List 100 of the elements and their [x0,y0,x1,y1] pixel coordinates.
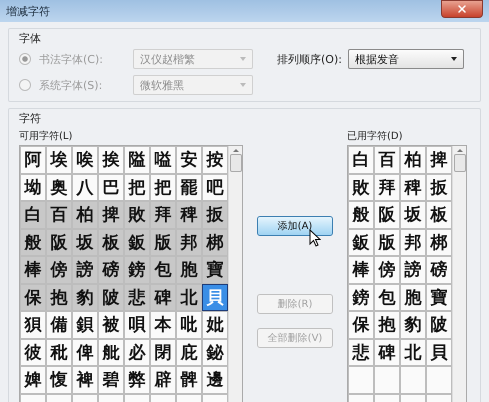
character-cell[interactable]: 包 [150,256,176,284]
character-cell[interactable]: 閉 [150,338,176,366]
character-cell[interactable]: 辟 [150,366,176,394]
character-cell[interactable]: 碑 [374,338,400,366]
character-cell[interactable]: 稗 [176,201,202,228]
character-cell[interactable]: 貝 [426,338,452,366]
character-cell[interactable]: 秕 [46,338,72,366]
character-cell[interactable]: 敗 [124,201,150,228]
character-cell[interactable]: 北 [176,284,202,311]
character-cell[interactable]: 棒 [348,256,374,284]
character-cell[interactable]: 坳 [20,174,46,201]
character-cell[interactable]: 弊 [124,366,150,394]
character-cell[interactable]: 版 [150,228,176,256]
character-cell[interactable]: 板 [98,228,124,256]
character-cell[interactable]: 舭 [98,338,124,366]
character-cell[interactable]: 把 [124,174,150,201]
character-cell[interactable]: 胞 [400,284,426,311]
character-cell[interactable]: 鈑 [348,228,374,256]
character-cell[interactable]: 庇 [176,338,202,366]
character-cell[interactable]: 謗 [72,256,98,284]
character-cell[interactable]: 豹 [400,311,426,338]
character-cell[interactable]: 髀 [176,366,202,394]
character-cell[interactable]: 邦 [176,228,202,256]
character-cell[interactable]: 把 [150,174,176,201]
character-cell[interactable]: 狽 [20,311,46,338]
character-cell[interactable]: 備 [46,311,72,338]
character-cell[interactable]: 埃 [46,146,72,174]
character-cell[interactable]: 嗌 [150,146,176,174]
character-cell[interactable]: 鈑 [124,228,150,256]
character-cell[interactable]: 抱 [374,311,400,338]
character-cell[interactable]: 阪 [46,228,72,256]
character-cell[interactable]: 邦 [400,228,426,256]
character-cell[interactable]: 抱 [46,284,72,311]
character-cell[interactable]: 柏 [400,146,426,174]
character-cell[interactable]: 梆 [426,228,452,256]
character-cell[interactable]: 陂 [98,284,124,311]
character-cell[interactable]: 捭 [426,146,452,174]
character-cell[interactable]: 按 [202,146,228,174]
character-cell[interactable]: 北 [400,338,426,366]
character-cell[interactable]: 白 [20,201,46,228]
character-cell[interactable]: 阿 [20,146,46,174]
character-cell[interactable]: 悲 [124,284,150,311]
character-cell[interactable]: 鋇 [72,311,98,338]
character-cell[interactable]: 磅 [426,256,452,284]
character-cell[interactable]: 豹 [72,284,98,311]
character-cell[interactable]: 坂 [72,228,98,256]
character-cell[interactable]: 被 [98,311,124,338]
character-cell[interactable]: 稗 [400,174,426,201]
character-cell[interactable]: 寶 [202,256,228,284]
character-cell[interactable]: 柏 [72,201,98,228]
character-cell[interactable]: 百 [46,201,72,228]
action-button[interactable]: 添加(A) [257,216,333,236]
character-cell[interactable]: 板 [426,201,452,228]
character-cell[interactable]: 扳 [426,174,452,201]
character-cell[interactable]: 白 [348,146,374,174]
character-cell[interactable]: 裨 [72,366,98,394]
character-cell[interactable]: 碧 [98,366,124,394]
character-cell[interactable]: 拜 [150,201,176,228]
character-cell[interactable]: 阪 [374,201,400,228]
character-cell[interactable]: 百 [374,146,400,174]
character-cell[interactable]: 保 [20,284,46,311]
character-cell[interactable]: 版 [374,228,400,256]
character-cell[interactable]: 吡 [176,311,202,338]
character-cell[interactable]: 保 [348,311,374,338]
character-cell[interactable]: 磅 [98,256,124,284]
character-cell[interactable]: 吧 [202,174,228,201]
character-cell[interactable]: 鎊 [348,284,374,311]
character-cell[interactable]: 罷 [176,174,202,201]
character-cell[interactable]: 邊 [202,366,228,394]
close-button[interactable] [441,0,483,18]
character-cell[interactable]: 鎊 [124,256,150,284]
character-cell[interactable]: 棒 [20,256,46,284]
character-cell[interactable]: 巴 [98,174,124,201]
character-cell[interactable]: 愎 [46,366,72,394]
character-cell[interactable]: 般 [20,228,46,256]
character-cell[interactable]: 陂 [426,311,452,338]
character-cell[interactable]: 坂 [400,201,426,228]
character-cell[interactable]: 碑 [150,284,176,311]
character-cell[interactable]: 隘 [124,146,150,174]
character-cell[interactable]: 般 [348,201,374,228]
character-cell[interactable]: 彼 [20,338,46,366]
character-cell[interactable]: 謗 [400,256,426,284]
character-cell[interactable]: 敗 [348,174,374,201]
character-cell[interactable]: 奥 [46,174,72,201]
scrollbar[interactable] [228,146,242,402]
character-cell[interactable]: 必 [124,338,150,366]
character-cell[interactable]: 捭 [98,201,124,228]
character-cell[interactable]: 挨 [98,146,124,174]
character-cell[interactable]: 悲 [348,338,374,366]
character-cell[interactable]: 鉍 [202,338,228,366]
character-cell[interactable]: 妣 [202,311,228,338]
character-cell[interactable]: 俾 [72,338,98,366]
character-cell[interactable]: 拜 [374,174,400,201]
character-cell[interactable]: 傍 [46,256,72,284]
scrollbar[interactable] [452,146,466,402]
character-cell[interactable]: 八 [72,174,98,201]
character-cell[interactable]: 扳 [202,201,228,228]
character-cell[interactable]: 安 [176,146,202,174]
character-cell[interactable]: 唄 [124,311,150,338]
character-cell[interactable]: 包 [374,284,400,311]
